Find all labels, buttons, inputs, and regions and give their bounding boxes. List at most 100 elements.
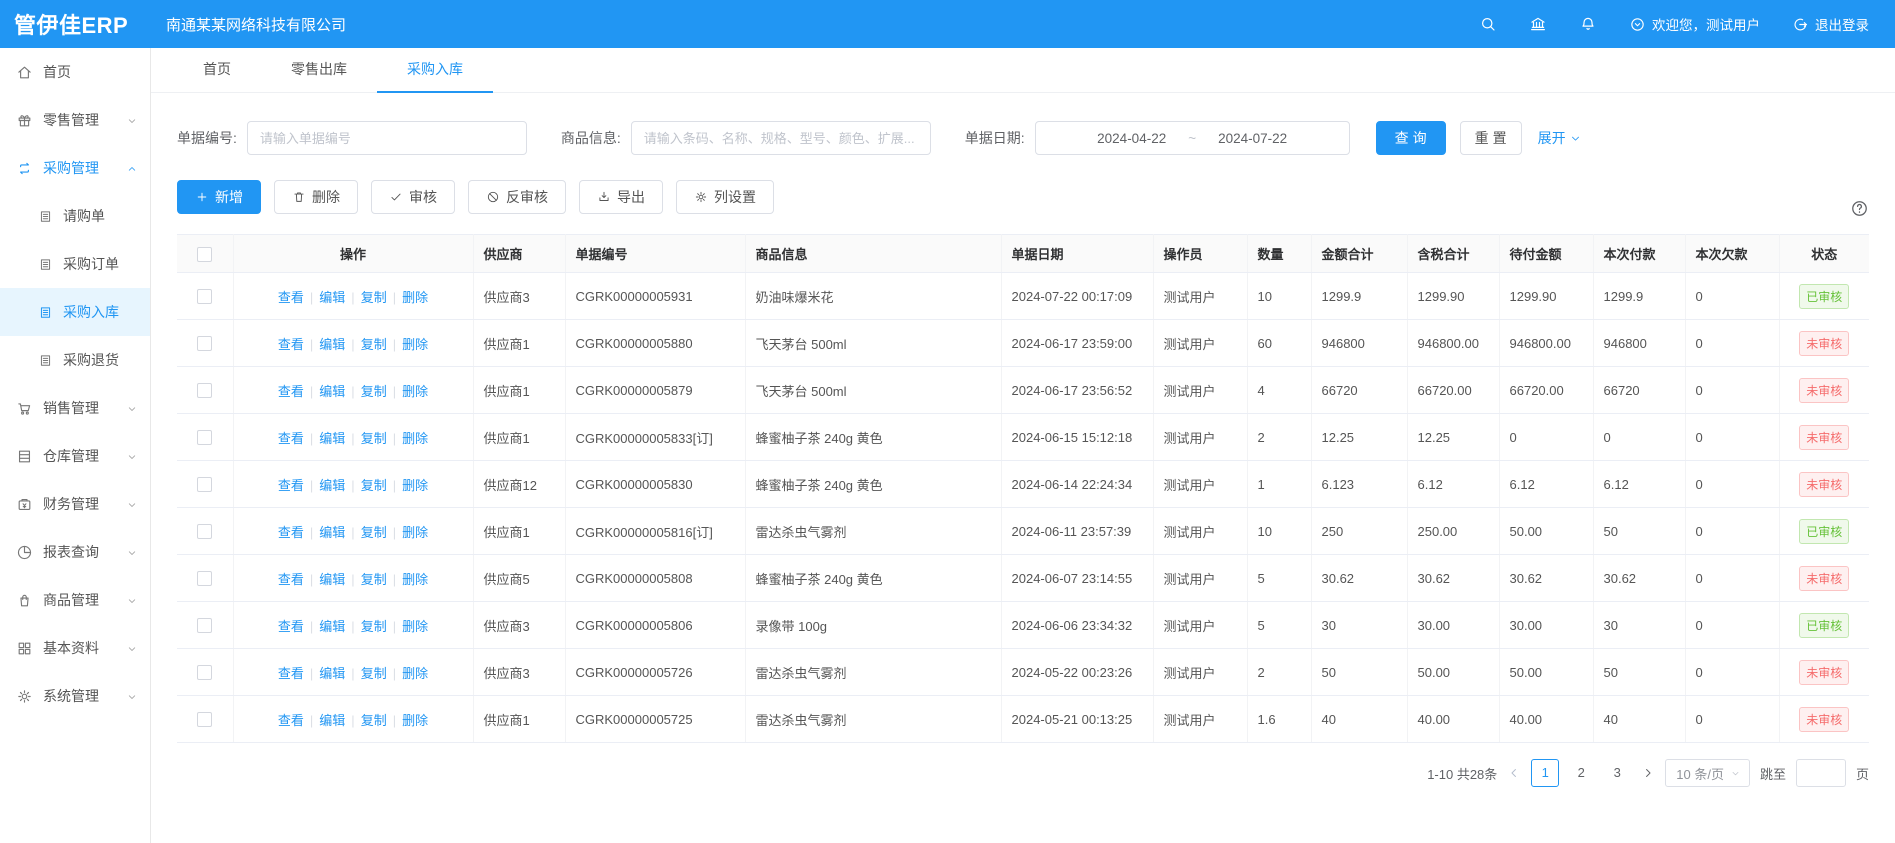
edit-link[interactable]: 编辑 — [319, 478, 345, 493]
status-badge: 已审核 — [1799, 284, 1849, 309]
edit-link[interactable]: 编辑 — [319, 572, 345, 587]
search-button[interactable]: 查询 — [1376, 121, 1446, 155]
row-checkbox[interactable] — [197, 524, 212, 539]
view-link[interactable]: 查看 — [278, 290, 304, 305]
view-link[interactable]: 查看 — [278, 431, 304, 446]
row-checkbox[interactable] — [197, 618, 212, 633]
edit-link[interactable]: 编辑 — [319, 431, 345, 446]
delete-link[interactable]: 删除 — [402, 666, 428, 681]
delete-link[interactable]: 删除 — [402, 619, 428, 634]
copy-link[interactable]: 复制 — [361, 478, 387, 493]
view-link[interactable]: 查看 — [278, 572, 304, 587]
row-checkbox[interactable] — [197, 712, 212, 727]
delete-link[interactable]: 删除 — [402, 337, 428, 352]
jump-page-input[interactable] — [1796, 759, 1846, 787]
page-2-button[interactable]: 2 — [1567, 759, 1595, 787]
gift-icon — [16, 112, 33, 129]
date-start[interactable]: 2024-04-22 — [1097, 131, 1166, 146]
sidebar-item-basic-data[interactable]: 基本资料 — [0, 624, 150, 672]
delete-link[interactable]: 删除 — [402, 431, 428, 446]
unaudit-button[interactable]: 反审核 — [468, 180, 566, 214]
copy-link[interactable]: 复制 — [361, 290, 387, 305]
copy-link[interactable]: 复制 — [361, 525, 387, 540]
audit-button[interactable]: 审核 — [371, 180, 455, 214]
next-page-button[interactable] — [1641, 766, 1655, 780]
sidebar-item-warehouse-mgmt[interactable]: 仓库管理 — [0, 432, 150, 480]
search-icon[interactable] — [1479, 15, 1497, 33]
date-range-picker[interactable]: 2024-04-22 ~ 2024-07-22 — [1035, 121, 1350, 155]
row-checkbox[interactable] — [197, 336, 212, 351]
help-icon[interactable] — [1850, 199, 1869, 218]
page-1-button[interactable]: 1 — [1531, 759, 1559, 787]
edit-link[interactable]: 编辑 — [319, 290, 345, 305]
row-checkbox[interactable] — [197, 289, 212, 304]
view-link[interactable]: 查看 — [278, 384, 304, 399]
row-checkbox[interactable] — [197, 571, 212, 586]
prev-page-button[interactable] — [1507, 766, 1521, 780]
copy-link[interactable]: 复制 — [361, 337, 387, 352]
copy-link[interactable]: 复制 — [361, 666, 387, 681]
delete-link[interactable]: 删除 — [402, 572, 428, 587]
sidebar-item-sales-mgmt[interactable]: 销售管理 — [0, 384, 150, 432]
delete-link[interactable]: 删除 — [402, 713, 428, 728]
sidebar-item-purchase-request[interactable]: 请购单 — [0, 192, 150, 240]
reset-button[interactable]: 重置 — [1460, 121, 1522, 155]
select-all-checkbox[interactable] — [197, 247, 212, 262]
sidebar-item-retail-mgmt[interactable]: 零售管理 — [0, 96, 150, 144]
sidebar-item-home[interactable]: 首页 — [0, 48, 150, 96]
tab-purchase-inbound[interactable]: 采购入库 — [377, 48, 493, 93]
welcome-user[interactable]: 欢迎您，测试用户 — [1629, 14, 1760, 34]
delete-link[interactable]: 删除 — [402, 478, 428, 493]
edit-link[interactable]: 编辑 — [319, 337, 345, 352]
delete-link[interactable]: 删除 — [402, 384, 428, 399]
sidebar-item-report-query[interactable]: 报表查询 — [0, 528, 150, 576]
copy-link[interactable]: 复制 — [361, 713, 387, 728]
export-button[interactable]: 导出 — [579, 180, 663, 214]
logout-button[interactable]: 退出登录 — [1792, 14, 1869, 34]
sidebar-item-finance-mgmt[interactable]: 财务管理 — [0, 480, 150, 528]
date-end[interactable]: 2024-07-22 — [1218, 131, 1287, 146]
add-button[interactable]: 新增 — [177, 180, 261, 214]
copy-link[interactable]: 复制 — [361, 619, 387, 634]
product-info-input[interactable] — [631, 121, 931, 155]
view-link[interactable]: 查看 — [278, 337, 304, 352]
sidebar-item-goods-mgmt[interactable]: 商品管理 — [0, 576, 150, 624]
edit-link[interactable]: 编辑 — [319, 713, 345, 728]
view-link[interactable]: 查看 — [278, 713, 304, 728]
cell-date: 2024-05-22 00:23:26 — [1001, 649, 1153, 696]
sidebar-item-system-mgmt[interactable]: 系统管理 — [0, 672, 150, 720]
delete-link[interactable]: 删除 — [402, 525, 428, 540]
column-settings-button[interactable]: 列设置 — [676, 180, 774, 214]
row-checkbox[interactable] — [197, 665, 212, 680]
copy-link[interactable]: 复制 — [361, 431, 387, 446]
sidebar-item-purchase-order[interactable]: 采购订单 — [0, 240, 150, 288]
tab-retail-outbound[interactable]: 零售出库 — [261, 48, 377, 93]
copy-link[interactable]: 复制 — [361, 384, 387, 399]
view-link[interactable]: 查看 — [278, 525, 304, 540]
page-size-select[interactable]: 10 条/页 — [1665, 759, 1750, 787]
view-link[interactable]: 查看 — [278, 666, 304, 681]
edit-link[interactable]: 编辑 — [319, 384, 345, 399]
tab-home[interactable]: 首页 — [173, 48, 261, 93]
row-checkbox[interactable] — [197, 430, 212, 445]
edit-link[interactable]: 编辑 — [319, 525, 345, 540]
bank-icon[interactable] — [1529, 15, 1547, 33]
cell-product: 雷达杀虫气雾剂 — [745, 696, 1001, 743]
sidebar-item-purchase-mgmt[interactable]: 采购管理 — [0, 144, 150, 192]
sidebar-item-purchase-inbound[interactable]: 采购入库 — [0, 288, 150, 336]
bell-icon[interactable] — [1579, 15, 1597, 33]
copy-link[interactable]: 复制 — [361, 572, 387, 587]
delete-button[interactable]: 删除 — [274, 180, 358, 214]
delete-link[interactable]: 删除 — [402, 290, 428, 305]
edit-link[interactable]: 编辑 — [319, 619, 345, 634]
row-checkbox[interactable] — [197, 477, 212, 492]
view-link[interactable]: 查看 — [278, 619, 304, 634]
sidebar-item-purchase-return[interactable]: 采购退货 — [0, 336, 150, 384]
expand-toggle[interactable]: 展开 — [1538, 128, 1582, 148]
page-3-button[interactable]: 3 — [1603, 759, 1631, 787]
row-checkbox[interactable] — [197, 383, 212, 398]
view-link[interactable]: 查看 — [278, 478, 304, 493]
welcome-text: 欢迎您，测试用户 — [1652, 14, 1760, 34]
edit-link[interactable]: 编辑 — [319, 666, 345, 681]
bill-no-input[interactable] — [247, 121, 527, 155]
